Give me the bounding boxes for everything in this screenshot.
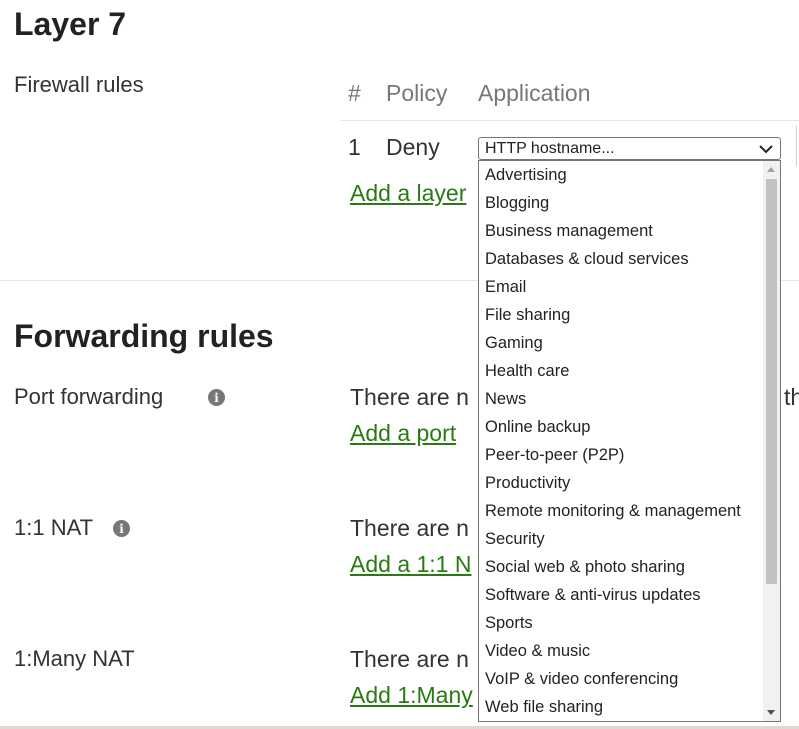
layer7-title: Layer 7 xyxy=(14,6,127,42)
dropdown-option[interactable]: Online backup xyxy=(479,413,769,441)
dropdown-option[interactable]: Peer-to-peer (P2P) xyxy=(479,441,769,469)
dropdown-option[interactable]: VoIP & video conferencing xyxy=(479,665,769,693)
chevron-down-icon xyxy=(759,144,773,153)
scroll-up-arrow-icon[interactable] xyxy=(767,167,775,172)
one-to-one-nat-status: There are n xyxy=(350,515,469,541)
rule-policy[interactable]: Deny xyxy=(386,134,440,161)
dropdown-option[interactable]: Web file sharing xyxy=(479,693,769,721)
dropdown-option[interactable]: Databases & cloud services xyxy=(479,245,769,273)
dropdown-option[interactable]: Software & anti-virus updates xyxy=(479,581,769,609)
dropdown-option[interactable]: Advertising xyxy=(479,161,769,189)
info-icon[interactable]: i xyxy=(208,389,225,406)
col-number: # xyxy=(348,80,361,106)
application-select-value: HTTP hostname... xyxy=(485,139,615,157)
dropdown-option[interactable]: News xyxy=(479,385,769,413)
one-to-many-nat-label: 1:Many NAT xyxy=(14,646,135,671)
dropdown-option[interactable]: File sharing xyxy=(479,301,769,329)
dropdown-option[interactable]: Remote monitoring & management xyxy=(479,497,769,525)
add-one-to-one-nat-link[interactable]: Add a 1:1 N xyxy=(350,551,471,578)
port-forwarding-status-tail: th xyxy=(784,384,799,410)
rule-number: 1 xyxy=(348,134,361,160)
info-icon[interactable]: i xyxy=(113,520,130,537)
add-layer7-rule-link[interactable]: Add a layer xyxy=(350,180,466,207)
dropdown-option[interactable]: Health care xyxy=(479,357,769,385)
col-policy: Policy xyxy=(386,80,448,106)
dropdown-option[interactable]: Sports xyxy=(479,609,769,637)
scroll-down-arrow-icon[interactable] xyxy=(767,710,775,715)
col-application: Application xyxy=(478,80,591,106)
add-one-to-many-nat-link[interactable]: Add 1:Many xyxy=(350,682,473,709)
one-to-many-nat-status: There are n xyxy=(350,646,469,672)
dropdown-option[interactable]: Business management xyxy=(479,217,769,245)
dropdown-options: Advertising Blogging Business management Da… xyxy=(479,161,780,721)
firewall-rules-label: Firewall rules xyxy=(14,72,144,97)
scrollbar-thumb[interactable] xyxy=(766,179,777,584)
application-dropdown-list[interactable]: Advertising Blogging Business management Da… xyxy=(478,160,781,722)
dropdown-option[interactable]: Gaming xyxy=(479,329,769,357)
dropdown-option[interactable]: Blogging xyxy=(479,189,769,217)
one-to-one-nat-label: 1:1 NAT xyxy=(14,515,94,540)
port-forwarding-label: Port forwarding xyxy=(14,384,164,409)
dropdown-option[interactable]: Email xyxy=(479,273,769,301)
add-port-forwarding-link[interactable]: Add a port xyxy=(350,420,456,447)
dropdown-option[interactable]: Productivity xyxy=(479,469,769,497)
table-header-divider xyxy=(340,120,799,121)
forwarding-title: Forwarding rules xyxy=(14,318,274,354)
port-forwarding-status: There are n xyxy=(350,384,469,410)
dropdown-option[interactable]: Security xyxy=(479,525,769,553)
dropdown-option[interactable]: Video & music xyxy=(479,637,769,665)
dropdown-option[interactable]: Social web & photo sharing xyxy=(479,553,769,581)
dropdown-scrollbar[interactable] xyxy=(763,161,780,721)
application-select[interactable]: HTTP hostname... xyxy=(478,137,781,160)
